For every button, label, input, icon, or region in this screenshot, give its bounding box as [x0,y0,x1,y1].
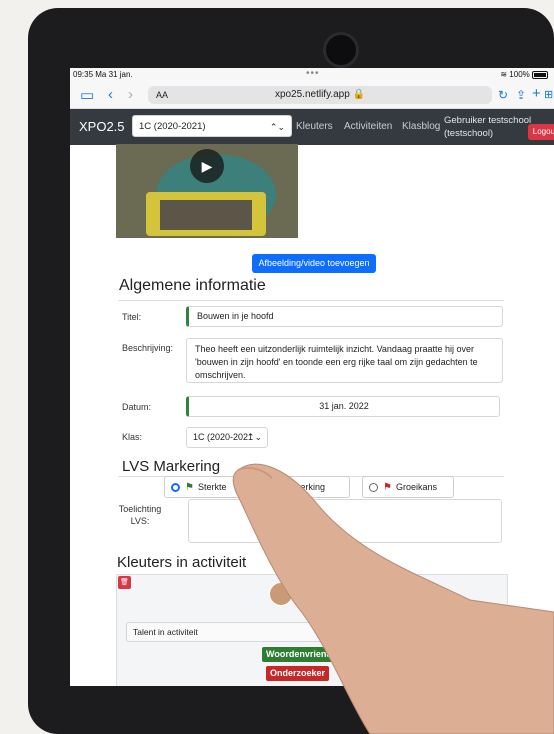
trash-icon[interactable]: 🗑 [348,648,360,662]
battery-icon [532,70,548,79]
section-heading-kleuters: Kleuters in activiteit [117,554,247,571]
nav-link-kleuters[interactable]: Kleuters [296,121,333,132]
talent-badge-woordenvriend: Woordenvriend [262,647,336,662]
reload-icon[interactable]: ↻ [498,88,508,102]
nav-link-klasblog[interactable]: Klasblog [402,121,440,132]
toelichting-label: Toelichting LVS: [118,504,162,526]
select-chevron-icon: ⌃⌄ [269,122,285,132]
user-name: Gebruiker testschool [444,115,532,126]
green-flag-icon: ⚑ [185,481,194,493]
back-arrow-icon[interactable]: ‹ [108,86,113,103]
page-content: ▶ Afbeelding/video toevoegen Algemene in… [70,144,554,686]
radio-icon [369,483,378,493]
status-bar: 09:35 Ma 31 jan. ••• ≋ 100% [70,68,554,82]
user-school: (testschool) [444,128,494,139]
red-flag-icon: ⚑ [383,481,392,493]
thumbnail-toys [160,200,252,230]
radio-selected-icon [171,483,180,493]
title-input[interactable]: Bouwen in je hoofd [186,306,503,327]
lock-icon: 🔒 [352,89,366,100]
browser-screen: 09:35 Ma 31 jan. ••• ≋ 100% ▭ ‹ › AA xpo… [70,68,554,686]
klas-select[interactable]: 1C (2020-2021 ⌃⌄ [186,427,268,448]
trash-icon[interactable]: 🗑 [118,576,131,589]
reader-aa-button[interactable]: AA [156,86,168,104]
class-select-value: 1C (2020-2021) [139,121,206,132]
lvs-option-label: Sterkte [197,482,227,492]
add-media-button[interactable]: Afbeelding/video toevoegen [252,254,376,273]
app-navbar: XPO2.5 1C (2020-2021) ⌃⌄ Kleuters Activi… [70,109,554,145]
talent-input[interactable]: Talent in activiteit [126,622,356,642]
title-label: Titel: [122,312,142,322]
new-tab-icon[interactable]: + [532,85,541,102]
status-time: 09:35 Ma 31 jan. [73,70,133,79]
child-name: Theo V [302,588,332,598]
avatar [269,582,293,606]
divider [118,300,504,301]
toelichting-textarea[interactable] [188,499,502,543]
lvs-option-sterkte[interactable]: ⚑ Sterkte [164,476,242,498]
klas-label: Klas: [122,432,143,442]
multitask-dots-icon: ••• [306,68,320,79]
description-textarea[interactable]: Theo heeft een uitzonderlijk ruimtelijk … [186,338,503,383]
description-label: Beschrijving: [122,343,174,353]
play-icon[interactable]: ▶ [190,149,224,183]
forward-arrow-icon[interactable]: › [128,86,133,103]
select-chevron-icon: ⌃⌄ [246,432,262,442]
url-text: xpo25.netlify.app [274,89,350,100]
lvs-option-groeikans[interactable]: ⚑ Groeikans [362,476,454,498]
front-camera [323,32,359,68]
wifi-icon: ≋ [500,70,508,79]
date-input[interactable]: 31 jan. 2022 [186,396,500,417]
user-info: Gebruiker testschool (testschool) [444,114,531,140]
share-icon[interactable]: ⇪ [516,88,526,102]
tabs-overview-icon[interactable]: ⊞ [544,88,553,101]
radio-icon [267,483,276,493]
address-bar[interactable]: AA xpo25.netlify.app 🔒 [148,86,492,104]
section-heading-general: Algemene informatie [119,277,266,294]
trash-icon[interactable]: 🗑 [340,667,352,681]
class-select[interactable]: 1C (2020-2021) ⌃⌄ [132,115,292,137]
lvs-option-label: Opmerking [281,482,326,492]
sidebar-toggle-icon[interactable]: ▭ [80,86,94,104]
safari-toolbar: ▭ ‹ › AA xpo25.netlify.app 🔒 ↻ ⇪ + ⊞ [70,82,554,109]
lvs-option-label: Groeikans [395,482,437,492]
lvs-option-opmerking[interactable]: Opmerking [260,476,350,498]
battery-percent: 100% [509,70,530,79]
date-label: Datum: [122,402,152,412]
section-heading-lvs: LVS Markering [122,458,221,475]
klas-select-value: 1C (2020-2021 [193,432,254,442]
status-right: ≋ 100% [500,70,548,79]
brand-logo[interactable]: XPO2.5 [79,119,125,134]
nav-link-activiteiten[interactable]: Activiteiten [344,121,392,132]
activity-video-thumbnail[interactable]: ▶ [116,144,298,238]
logout-button[interactable]: Logout [528,124,554,140]
talent-badge-onderzoeker: Onderzoeker [266,666,330,681]
